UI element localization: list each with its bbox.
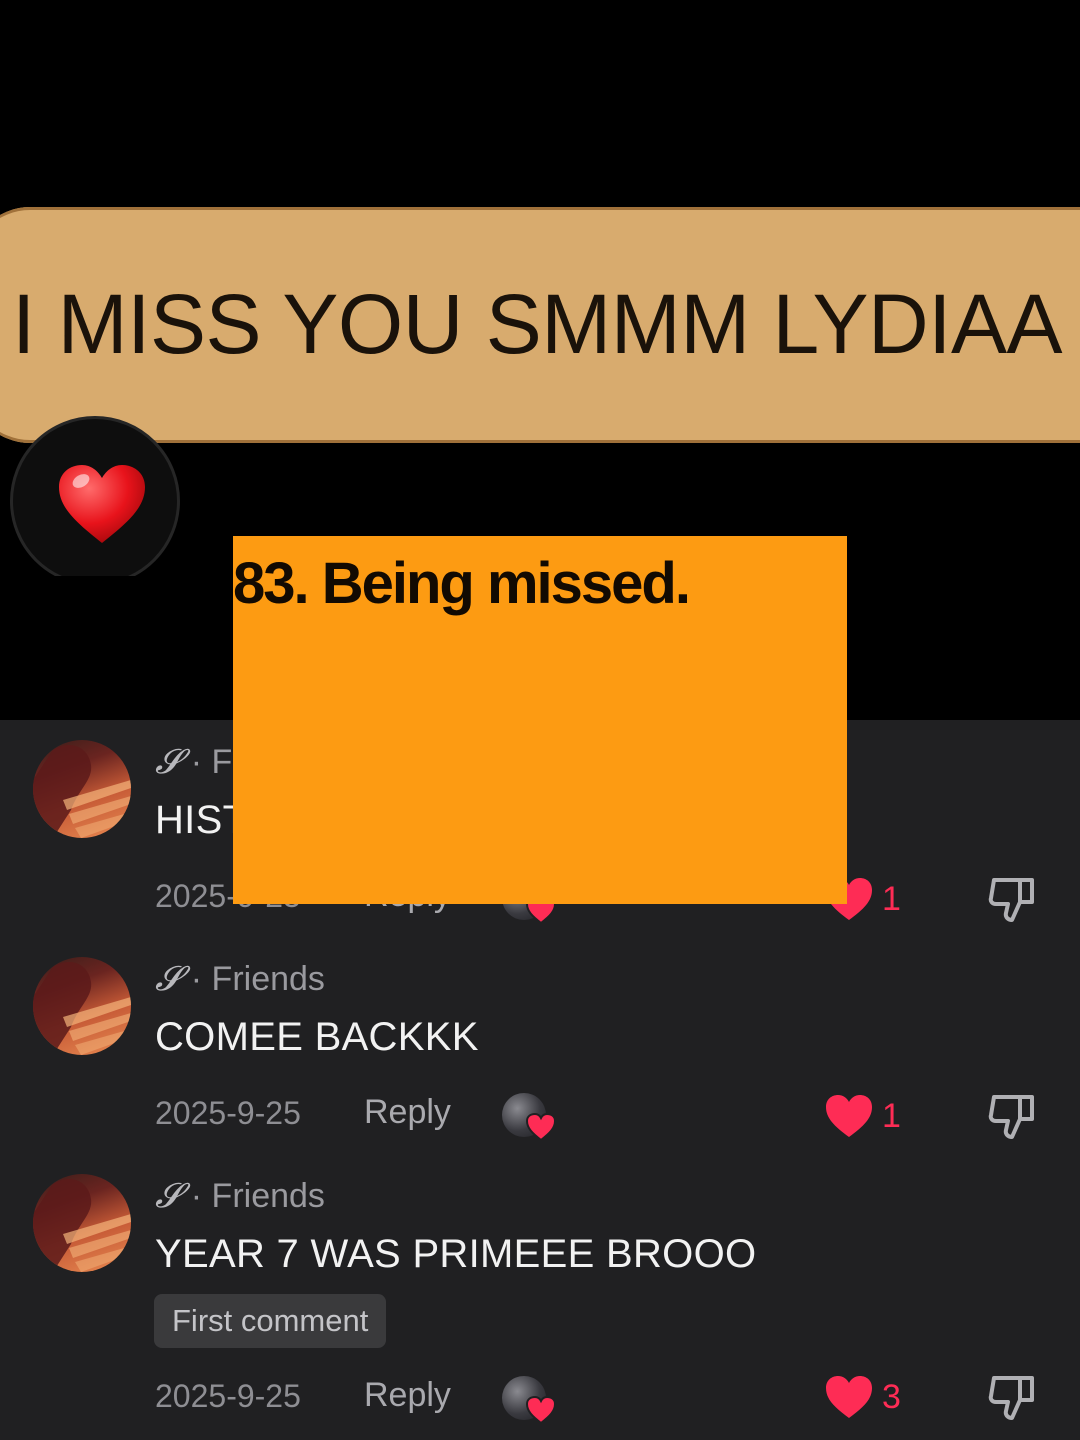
comment-meta: 𝓢 · Friends	[155, 1176, 325, 1216]
dislike-icon[interactable]	[986, 1089, 1040, 1143]
like-count: 3	[882, 1378, 901, 1416]
comment-item: 𝓢 · Friends COMEE BACKKK 2025-9-25 Reply…	[0, 937, 1080, 1155]
first-comment-badge: First comment	[154, 1294, 387, 1348]
commenter-avatar[interactable]	[33, 740, 131, 838]
page: I MISS YOU SMMM LYDIAA 𝓢 · 2025-9-25 1 𝓢…	[0, 0, 1080, 1440]
comment-item: 𝓢 · Friends YEAR 7 WAS PRIMEEE BROOO Fir…	[0, 1154, 1080, 1440]
message-text: I MISS YOU SMMM LYDIAA	[12, 277, 1063, 371]
comment-text: YEAR 7 WAS PRIMEEE BROOO	[155, 1232, 757, 1276]
heart-icon	[526, 1113, 556, 1141]
avatar-image-icon	[33, 745, 131, 838]
heart-emoji-icon	[59, 465, 145, 543]
creator-liked-badge	[502, 1376, 556, 1424]
heart-icon	[526, 1396, 556, 1424]
avatar-image-icon	[33, 1179, 131, 1272]
commenter-avatar[interactable]	[33, 1174, 131, 1272]
reply-button[interactable]: Reply	[364, 1093, 451, 1132]
friends-label: · Friends	[190, 960, 325, 998]
dislike-icon[interactable]	[986, 1370, 1040, 1424]
commenter-avatar[interactable]	[33, 957, 131, 1055]
comment-text: COMEE BACKKK	[155, 1015, 479, 1059]
reaction-badge	[8, 414, 188, 576]
caption-text: 83. Being missed.	[233, 551, 691, 616]
avatar-image-icon	[33, 962, 131, 1055]
caption-overlay: 83. Being missed.	[233, 536, 847, 904]
reaction-circle	[10, 416, 180, 576]
comment-date: 2025-9-25	[155, 1095, 301, 1131]
dislike-icon[interactable]	[986, 872, 1040, 926]
reply-button[interactable]: Reply	[364, 1376, 451, 1415]
like-heart-icon[interactable]	[824, 1093, 874, 1139]
comment-date: 2025-9-25	[155, 1378, 301, 1414]
commenter-name[interactable]: 𝓢	[155, 742, 181, 782]
creator-liked-badge	[502, 1093, 556, 1141]
like-count: 1	[882, 880, 901, 918]
like-heart-icon[interactable]	[824, 1374, 874, 1420]
friends-label: · Friends	[190, 1177, 325, 1215]
commenter-name[interactable]: 𝓢	[155, 959, 181, 999]
like-count: 1	[882, 1097, 901, 1135]
comment-meta: 𝓢 · Friends	[155, 959, 325, 999]
commenter-name[interactable]: 𝓢	[155, 1176, 181, 1216]
